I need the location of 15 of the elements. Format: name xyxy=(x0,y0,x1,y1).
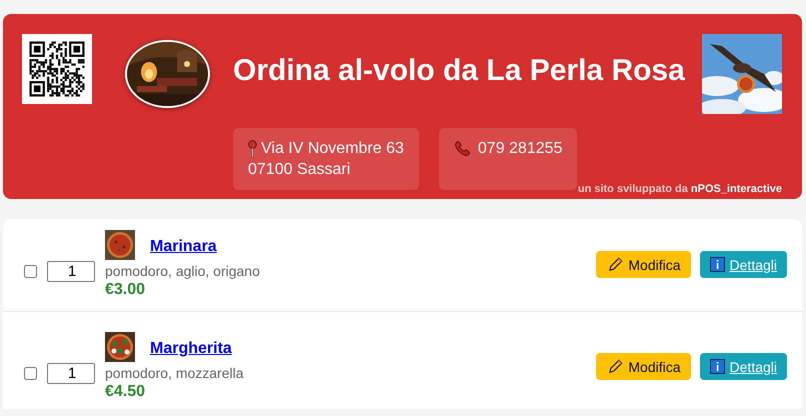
item-price: €4.50 xyxy=(105,383,146,401)
credit-text: un sito sviluppato da nPOS_interactive xyxy=(578,183,782,195)
item-name-link[interactable]: Marinara xyxy=(150,238,217,256)
phone-number: 079 281255 xyxy=(478,139,562,159)
page-title: Ordina al-volo da La Perla Rosa xyxy=(233,54,686,88)
quantity-field[interactable]: 1 xyxy=(47,261,95,282)
quantity-field[interactable]: 1 xyxy=(47,363,95,384)
item-description: pomodoro, mozzarella xyxy=(105,365,245,381)
address-line: Via IV Novembre 63 xyxy=(261,139,404,159)
edit-button[interactable]: Modifica xyxy=(596,251,691,278)
item-price: €3.00 xyxy=(105,281,146,299)
address-line: 07100 Sassari xyxy=(248,161,350,178)
item-name-link[interactable]: Margherita xyxy=(150,340,232,358)
edit-button[interactable]: Modifica xyxy=(596,353,691,380)
item-description: pomodoro, aglio, origano xyxy=(105,263,261,279)
